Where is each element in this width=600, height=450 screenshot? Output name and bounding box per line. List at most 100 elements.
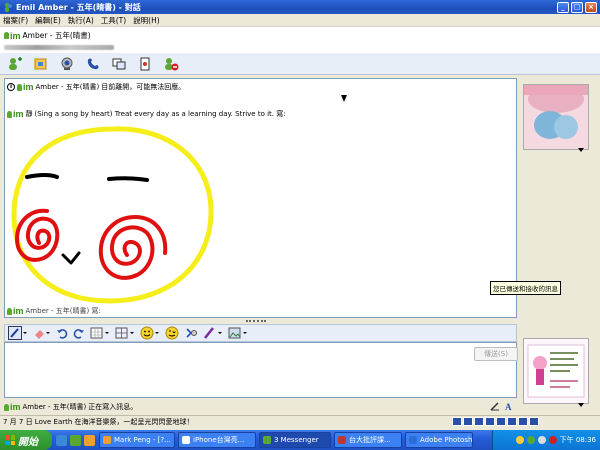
nudge-icon[interactable] (184, 326, 198, 340)
taskbar-item-iphone[interactable]: iPhone台灣亮... (178, 432, 256, 448)
status-icon-7[interactable] (518, 417, 528, 426)
message-text: (Sing a song by heart) Treat every day a… (34, 110, 286, 118)
im-logo-icon: im (17, 82, 34, 92)
send-file-icon[interactable] (32, 55, 50, 73)
title-bar[interactable]: Emil Amber - 五年(晴書) - 對話 _ □ × (0, 0, 600, 14)
status-icon-4[interactable] (485, 417, 495, 426)
doodle-left-cheek-spiral (14, 208, 60, 262)
my-avatar-dropdown-icon[interactable] (578, 403, 584, 407)
doodle-mouth (61, 251, 81, 265)
scroll-caret-icon (341, 95, 347, 102)
wink-icon[interactable] (165, 326, 179, 340)
eraser-icon[interactable] (33, 326, 51, 340)
window-title: Emil Amber - 五年(晴書) - 對話 (16, 2, 141, 12)
action-toolbar (0, 53, 600, 75)
call-icon[interactable] (84, 55, 102, 73)
taskbar-item-label: Adobe Photosh... (420, 436, 473, 444)
menu-edit[interactable]: 編輯(E) (35, 15, 61, 26)
menu-bar: 檔案(F) 編輯(E) 執行(A) 工具(T) 說明(H) (0, 14, 600, 27)
doodle-right-eye (107, 176, 149, 182)
webcam-icon[interactable] (58, 55, 76, 73)
last-message-sender: im Amber - 五年(晴書) 寫: (7, 306, 101, 316)
status-icon-2[interactable] (463, 417, 473, 426)
invite-icon[interactable] (6, 55, 24, 73)
share-icon[interactable] (110, 55, 128, 73)
text-mode-icon[interactable]: A (504, 401, 514, 413)
taskbar-item-messenger[interactable]: 3 Messenger (259, 432, 331, 448)
undo-icon[interactable] (56, 326, 68, 340)
status-icon-5[interactable] (496, 417, 506, 426)
quick-launch-media-icon[interactable] (84, 434, 95, 446)
last-message-sender-name: Amber - 五年(晴書) 寫: (25, 307, 101, 315)
menu-help[interactable]: 說明(H) (133, 15, 160, 26)
history-tooltip: 您已傳送和接收的訊息 (490, 281, 561, 295)
message-header: im 靜 (Sing a song by heart) Treat every … (7, 109, 286, 119)
message-input[interactable]: 傳送(S) (4, 342, 518, 398)
format-toolbar (4, 324, 517, 342)
typing-status: 正在寫入訊息。 (88, 403, 138, 411)
game-icon[interactable] (136, 55, 154, 73)
messenger-app-icon (3, 2, 13, 12)
menu-actions[interactable]: 執行(A) (68, 15, 94, 26)
quick-launch (56, 434, 95, 446)
handwriting-mode-icon[interactable] (490, 401, 500, 413)
pen-icon[interactable] (8, 326, 28, 340)
doodle-right-cheek-spiral (98, 214, 168, 280)
windows-flag-icon (5, 435, 15, 445)
typing-indicator: im Amber - 五年(晴書) 正在寫入訊息。 (4, 401, 517, 413)
status-icon-3[interactable] (474, 417, 484, 426)
taskbar-item-label: Mark Peng - [?... (114, 436, 171, 444)
status-icon-8[interactable] (529, 417, 539, 426)
status-icon-6[interactable] (507, 417, 517, 426)
start-label: 開始 (18, 436, 38, 448)
menu-file[interactable]: 檔案(F) (3, 15, 28, 26)
taskbar-item-ntu[interactable]: 台大批評課... (334, 432, 402, 448)
status-bar-text[interactable]: 7 月 7 日 Love Earth 在海洋音樂祭，一起呈光閃閃愛地球！ (3, 417, 194, 427)
send-button[interactable]: 傳送(S) (474, 347, 518, 361)
away-notice-status: 目前離開，可能無法回應。 (101, 83, 186, 91)
away-notice: i im Amber - 五年(晴書) 目前離開，可能無法回應。 (7, 82, 185, 92)
tray-network-icon[interactable] (515, 436, 524, 444)
quick-launch-desktop-icon[interactable] (70, 434, 81, 446)
redo-icon[interactable] (73, 326, 85, 340)
im-logo-icon: im (4, 31, 21, 41)
im-logo-icon: im (7, 109, 24, 119)
task-icon (338, 436, 346, 444)
system-tray: 下午 08:36 (492, 430, 600, 450)
menu-tools[interactable]: 工具(T) (101, 15, 126, 26)
start-button[interactable]: 開始 (0, 430, 52, 450)
task-icon (263, 436, 271, 444)
taskbar-item-photoshop[interactable]: Adobe Photosh... (405, 432, 473, 448)
emoticon-icon[interactable] (140, 326, 160, 340)
tray-messenger-icon[interactable] (526, 436, 535, 444)
quick-launch-ie-icon[interactable] (56, 434, 67, 446)
contact-name: Amber - 五年(晴書) (22, 31, 91, 40)
background-image-icon[interactable] (228, 326, 248, 340)
background-icon[interactable] (90, 326, 110, 340)
avatar-dropdown-icon[interactable] (578, 148, 584, 152)
my-avatar[interactable] (523, 338, 589, 404)
grid-icon[interactable] (115, 326, 135, 340)
ink-color-icon[interactable] (203, 326, 223, 340)
block-icon[interactable] (162, 55, 180, 73)
task-icon (182, 436, 190, 444)
tray-volume-icon[interactable] (537, 436, 546, 444)
svg-text:A: A (505, 402, 512, 411)
conversation-history[interactable]: i im Amber - 五年(晴書) 目前離開，可能無法回應。 im 靜 (S… (4, 78, 517, 318)
message-prefix: 靜 (25, 110, 33, 118)
im-logo-icon: im (4, 402, 21, 412)
task-icon (409, 436, 417, 444)
status-icon-1[interactable] (452, 417, 462, 426)
im-logo-icon: im (7, 306, 24, 316)
contact-avatar[interactable] (523, 84, 589, 150)
maximize-button[interactable]: □ (571, 1, 583, 13)
taskbar-item-mark-peng[interactable]: Mark Peng - [?... (99, 432, 175, 448)
tray-security-icon[interactable] (548, 436, 557, 444)
ink-drawing (11, 126, 214, 304)
minimize-button[interactable]: _ (557, 1, 569, 13)
away-notice-sender: Amber - 五年(晴書) (35, 83, 100, 91)
taskbar-item-label: 台大批評課... (349, 436, 391, 444)
close-button[interactable]: × (585, 1, 597, 13)
pane-splitter[interactable] (246, 320, 266, 322)
clock[interactable]: 下午 08:36 (560, 435, 596, 445)
